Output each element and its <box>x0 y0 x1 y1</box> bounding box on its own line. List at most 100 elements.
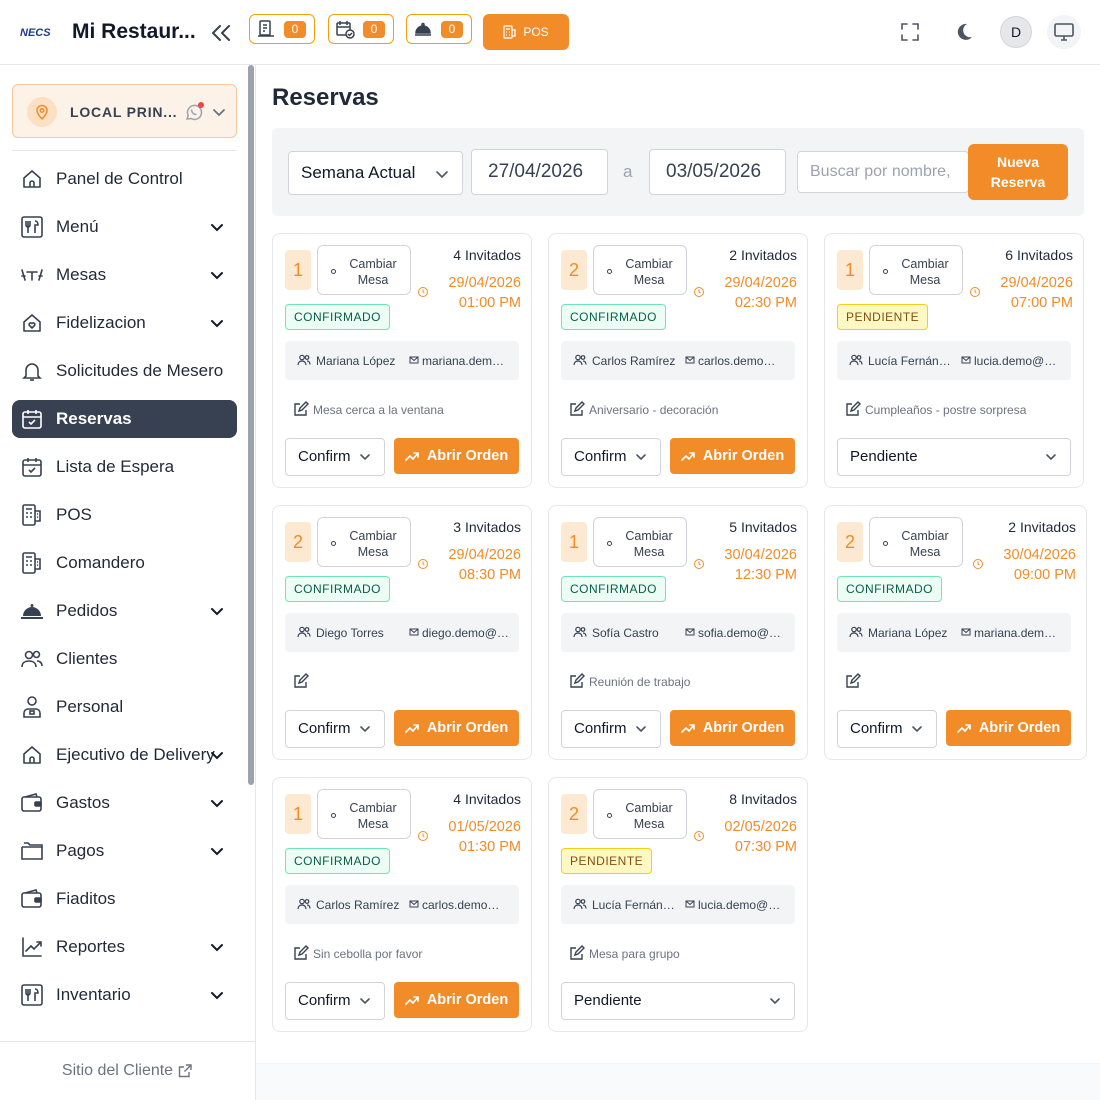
clock-icon <box>969 286 981 298</box>
dark-mode-icon[interactable] <box>952 20 976 44</box>
sidebar-item-reservas[interactable]: Reservas <box>12 400 237 438</box>
sidebar-item-panel-de-control[interactable]: Panel de Control <box>12 160 237 198</box>
open-order-button[interactable]: Abrir Orden <box>670 710 795 746</box>
pending-bills-counter[interactable]: 0 <box>249 14 315 44</box>
sidebar-item-lista-de-espera[interactable]: Lista de Espera <box>12 448 237 486</box>
sidebar-item-label: Clientes <box>56 649 118 668</box>
change-table-button[interactable]: Cambiar Mesa <box>869 517 963 567</box>
home-icon <box>20 167 44 191</box>
new-reservation-button[interactable]: Nueva Reserva <box>968 144 1068 200</box>
edit-note-icon[interactable] <box>569 945 585 961</box>
status-select[interactable]: Confirmado <box>561 438 661 476</box>
chevron-down-icon[interactable] <box>209 219 225 235</box>
reservations-counter[interactable]: 0 <box>328 14 394 44</box>
circle-icon <box>883 269 888 274</box>
status-select[interactable]: Confirmado <box>561 710 661 748</box>
guest-name: Lucía Fernández <box>868 354 952 368</box>
sidebar-item-gastos[interactable]: Gastos <box>12 784 237 822</box>
sidebar-item-solicitudes-de-mesero[interactable]: Solicitudes de Mesero <box>12 352 237 390</box>
edit-note-icon[interactable] <box>293 401 309 417</box>
chevron-down-icon[interactable] <box>209 267 225 283</box>
sidebar-scrollbar[interactable] <box>248 65 254 785</box>
fullscreen-icon[interactable] <box>898 20 922 44</box>
change-table-label: Cambiar Mesa <box>625 529 673 559</box>
status-select[interactable]: Confirmado <box>285 982 385 1020</box>
sidebar-divider <box>12 150 237 151</box>
orders-counter[interactable]: 0 <box>406 14 472 44</box>
open-order-button[interactable]: Abrir Orden <box>394 438 519 474</box>
mail-icon <box>409 899 419 909</box>
sidebar-item-mesas[interactable]: Mesas <box>12 256 237 294</box>
search-input[interactable]: Buscar por nombre, <box>797 151 969 193</box>
contact-info: Diego Torres diego.demo@correo.com <box>285 613 519 652</box>
chevron-down-icon[interactable] <box>209 939 225 955</box>
sidebar-item-pedidos[interactable]: Pedidos <box>12 592 237 630</box>
status-badge: CONFIRMADO <box>285 848 390 874</box>
circle-icon <box>607 269 612 274</box>
edit-note-icon[interactable] <box>293 673 309 689</box>
sidebar-item-ejecutivo-de-delivery[interactable]: Ejecutivo de Delivery <box>12 736 237 774</box>
status-select[interactable]: Pendiente <box>561 982 795 1020</box>
status-select[interactable]: Pendiente <box>837 438 1071 476</box>
reservation-card: 1 Cambiar Mesa 6 Invitados 29/04/2026 07:00 … <box>824 233 1084 488</box>
sidebar-item-pagos[interactable]: Pagos <box>12 832 237 870</box>
change-table-button[interactable]: Cambiar Mesa <box>593 789 687 839</box>
guest-email: mariana.demo@correo.com <box>974 626 1062 640</box>
user-avatar[interactable]: D <box>1000 16 1032 48</box>
sidebar-item-clientes[interactable]: Clientes <box>12 640 237 678</box>
reservation-note: Aniversario - decoración <box>589 403 719 417</box>
chevron-down-icon[interactable] <box>209 603 225 619</box>
reservation-time: 02:30 PM <box>734 295 797 311</box>
client-site-link[interactable]: Sitio del Cliente <box>0 1041 255 1100</box>
sidebar-item-fidelizacion[interactable]: Fidelizacion <box>12 304 237 342</box>
chevron-down-icon[interactable] <box>209 747 225 763</box>
chevron-down-icon[interactable] <box>209 987 225 1003</box>
monitor-icon[interactable] <box>1047 15 1081 49</box>
edit-note-icon[interactable] <box>845 401 861 417</box>
chevron-down-icon[interactable] <box>209 843 225 859</box>
wallet-icon <box>20 791 44 815</box>
reservation-date: 29/04/2026 <box>1000 275 1073 291</box>
table-icon <box>20 263 44 287</box>
mail-icon <box>961 355 971 365</box>
open-order-button[interactable]: Abrir Orden <box>670 438 795 474</box>
sidebar-item-fiaditos[interactable]: Fiaditos <box>12 880 237 918</box>
open-order-button[interactable]: Abrir Orden <box>394 710 519 746</box>
open-order-button[interactable]: Abrir Orden <box>394 982 519 1018</box>
status-select[interactable]: Confirmado <box>285 710 385 748</box>
sidebar-item-menu[interactable]: Menú <box>12 208 237 246</box>
change-table-label: Cambiar Mesa <box>901 529 949 559</box>
sidebar-item-comandero[interactable]: Comandero <box>12 544 237 582</box>
edit-note-icon[interactable] <box>569 401 585 417</box>
chevron-down-icon[interactable] <box>209 795 225 811</box>
change-table-button[interactable]: Cambiar Mesa <box>317 517 411 567</box>
edit-note-icon[interactable] <box>569 673 585 689</box>
reservation-time: 08:30 PM <box>458 567 521 583</box>
edit-note-icon[interactable] <box>845 673 861 689</box>
date-range-separator: a <box>623 162 633 181</box>
status-select[interactable]: Confirmado <box>285 438 385 476</box>
sidebar-item-personal[interactable]: Personal <box>12 688 237 726</box>
change-table-button[interactable]: Cambiar Mesa <box>593 517 687 567</box>
pos-button[interactable]: POS <box>483 14 569 50</box>
contact-info: Sofía Castro sofia.demo@correo.com <box>561 613 795 652</box>
location-selector[interactable]: LOCAL PRIN... <box>12 84 237 138</box>
sidebar-item-reportes[interactable]: Reportes <box>12 928 237 966</box>
change-table-button[interactable]: Cambiar Mesa <box>869 245 963 295</box>
date-to-input[interactable]: 03/05/2026 <box>649 149 786 195</box>
open-order-button[interactable]: Abrir Orden <box>946 710 1071 746</box>
person-badge-icon <box>20 695 44 719</box>
sidebar-item-pos[interactable]: POS <box>12 496 237 534</box>
change-table-button[interactable]: Cambiar Mesa <box>593 245 687 295</box>
period-select[interactable]: Semana Actual <box>288 151 463 195</box>
date-from-input[interactable]: 27/04/2026 <box>471 149 608 195</box>
trend-up-icon <box>681 451 695 461</box>
collapse-sidebar-icon[interactable] <box>208 20 234 46</box>
home-icon <box>20 743 44 767</box>
change-table-button[interactable]: Cambiar Mesa <box>317 245 411 295</box>
edit-note-icon[interactable] <box>293 945 309 961</box>
sidebar-item-inventario[interactable]: Inventario <box>12 976 237 1014</box>
chevron-down-icon[interactable] <box>209 315 225 331</box>
status-select[interactable]: Confirmado <box>837 710 937 748</box>
change-table-button[interactable]: Cambiar Mesa <box>317 789 411 839</box>
